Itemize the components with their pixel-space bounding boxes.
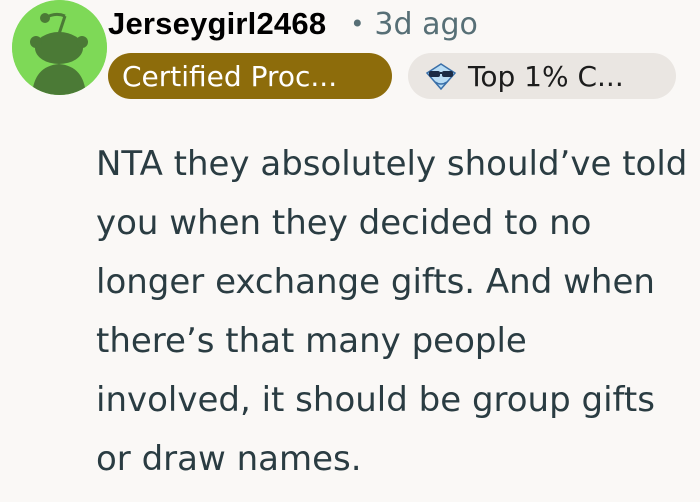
flair-label: Certified Proc... <box>122 59 338 93</box>
user-flairs: Certified Proc... Top 1% C... <box>108 53 676 99</box>
sunglasses-emoji-icon <box>424 61 458 91</box>
comment: Jerseygirl2468 • 3d ago Certified Proc..… <box>0 0 700 502</box>
separator-dot: • <box>350 10 365 38</box>
comment-body: NTA they absolutely should’ve told you w… <box>96 144 688 479</box>
user-avatar[interactable] <box>12 0 107 95</box>
flair-certified[interactable]: Certified Proc... <box>108 53 392 99</box>
timestamp[interactable]: 3d ago <box>374 7 477 42</box>
flair-top-contributor[interactable]: Top 1% C... <box>408 53 676 99</box>
username-link[interactable]: Jerseygirl2468 <box>108 6 326 42</box>
flair-label: Top 1% C... <box>468 59 624 93</box>
comment-header: Jerseygirl2468 • 3d ago <box>108 4 478 44</box>
snoo-avatar-icon <box>12 0 107 95</box>
